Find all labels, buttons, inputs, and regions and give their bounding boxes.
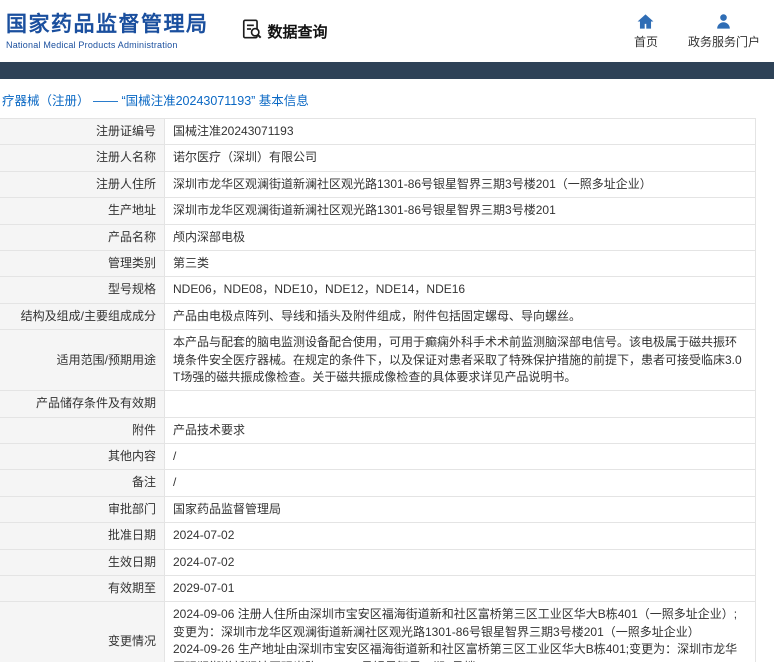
row-value: 2029-07-01 bbox=[164, 575, 756, 603]
row-label: 注册证编号 bbox=[0, 117, 165, 146]
row-value: / bbox=[164, 443, 756, 471]
row-value: 产品由电极点阵列、导线和插头及附件组成，附件包括固定螺母、导向螺丝。 bbox=[164, 302, 756, 331]
row-value: 2024-07-02 bbox=[164, 522, 756, 550]
nmpa-subtitle: National Medical Products Administration bbox=[6, 39, 178, 50]
row-label: 产品储存条件及有效期 bbox=[0, 390, 165, 418]
table-row: 产品名称 颅内深部电极 bbox=[0, 223, 756, 251]
table-row: 批准日期 2024-07-02 bbox=[0, 522, 756, 550]
row-value bbox=[164, 390, 756, 418]
nav-item-portal[interactable]: 政务服务门户 bbox=[688, 12, 760, 50]
row-label: 产品名称 bbox=[0, 223, 165, 251]
table-row: 注册人住所 深圳市龙华区观澜街道新澜社区观光路1301-86号银星智界三期3号楼2… bbox=[0, 170, 756, 199]
nmpa-title: 国家药品监督管理局 bbox=[6, 13, 209, 37]
row-label: 适用范围/预期用途 bbox=[0, 329, 165, 392]
header-nav: 首页 政务服务门户 bbox=[634, 12, 774, 50]
table-row: 注册人名称 诺尔医疗（深圳）有限公司 bbox=[0, 144, 756, 172]
person-icon bbox=[714, 12, 733, 31]
row-label: 批准日期 bbox=[0, 522, 165, 550]
row-label: 备注 bbox=[0, 469, 165, 497]
row-label: 管理类别 bbox=[0, 249, 165, 278]
nav-item-label: 首页 bbox=[633, 35, 658, 49]
row-label: 其他内容 bbox=[0, 443, 165, 471]
row-label: 变更情况 bbox=[0, 601, 165, 662]
row-value: 诺尔医疗（深圳）有限公司 bbox=[164, 144, 756, 172]
home-icon bbox=[636, 12, 655, 31]
info-table-body: 注册证编号 国械注准20243071193 注册人名称 诺尔医疗（深圳）有限公司 注册人… bbox=[0, 117, 756, 662]
row-value: 本产品与配套的脑电监测设备配合使用，可用于癫痫外科手术术前监测脑深部电信号。该电… bbox=[164, 329, 756, 392]
nmpa-logo: 国家药品监督管理局 National Medical Products Admi… bbox=[6, 12, 209, 49]
row-label: 有效期至 bbox=[0, 575, 165, 603]
row-value: 国械注准20243071193 bbox=[164, 117, 756, 146]
table-row: 有效期至 2029-07-01 bbox=[0, 575, 756, 603]
row-value: 2024-07-02 bbox=[164, 548, 756, 577]
header: 国家药品监督管理局 National Medical Products Admi… bbox=[0, 0, 774, 62]
table-row: 管理类别 第三类 bbox=[0, 249, 756, 278]
row-label: 注册人住所 bbox=[0, 170, 165, 199]
table-row: 注册证编号 国械注准20243071193 bbox=[0, 117, 756, 146]
row-label: 生产地址 bbox=[0, 197, 165, 225]
table-row: 生效日期 2024-07-02 bbox=[0, 548, 756, 577]
row-label: 注册人名称 bbox=[0, 144, 165, 172]
data-query-icon bbox=[241, 18, 263, 45]
table-row: 附件 产品技术要求 bbox=[0, 416, 756, 445]
row-value: 深圳市龙华区观澜街道新澜社区观光路1301-86号银星智界三期3号楼201（一照… bbox=[164, 170, 756, 199]
info-table: 注册证编号 国械注准20243071193 注册人名称 诺尔医疗（深圳）有限公司 注册人… bbox=[0, 117, 756, 662]
row-value: 第三类 bbox=[164, 249, 756, 278]
table-row: 其他内容 / bbox=[0, 443, 756, 471]
table-row: 结构及组成/主要组成成分 产品由电极点阵列、导线和插头及附件组成，附件包括固定螺母… bbox=[0, 302, 756, 331]
row-value: 2024-09-06 注册人住所由深圳市宝安区福海街道新和社区富桥第三区工业区华… bbox=[164, 601, 756, 662]
row-value: NDE06，NDE08，NDE10，NDE12，NDE14，NDE16 bbox=[164, 276, 756, 304]
table-row: 适用范围/预期用途 本产品与配套的脑电监测设备配合使用，可用于癫痫外科手术术前监测… bbox=[0, 329, 756, 392]
table-row: 变更情况 2024-09-06 注册人住所由深圳市宝安区福海街道新和社区富桥第三区… bbox=[0, 601, 756, 662]
data-query-section: 数据查询 bbox=[241, 18, 328, 45]
nav-item-label: 政务服务门户 bbox=[687, 35, 760, 49]
table-row: 产品储存条件及有效期 bbox=[0, 390, 756, 418]
table-row: 审批部门 国家药品监督管理局 bbox=[0, 495, 756, 524]
row-value: 国家药品监督管理局 bbox=[164, 495, 756, 524]
row-value: / bbox=[164, 469, 756, 497]
row-value: 深圳市龙华区观澜街道新澜社区观光路1301-86号银星智界三期3号楼201 bbox=[164, 197, 756, 225]
row-label: 结构及组成/主要组成成分 bbox=[0, 302, 165, 331]
row-label: 生效日期 bbox=[0, 548, 165, 577]
row-value: 产品技术要求 bbox=[164, 416, 756, 445]
navbar-strip bbox=[0, 62, 774, 79]
table-row: 生产地址 深圳市龙华区观澜街道新澜社区观光路1301-86号银星智界三期3号楼20… bbox=[0, 197, 756, 225]
row-value: 颅内深部电极 bbox=[164, 223, 756, 251]
breadcrumb: 疗器械（注册） —— “国械注准20243071193” 基本信息 bbox=[2, 94, 309, 108]
table-row: 备注 / bbox=[0, 469, 756, 497]
data-query-title: 数据查询 bbox=[267, 23, 328, 41]
row-label: 审批部门 bbox=[0, 495, 165, 524]
table-row: 型号规格 NDE06，NDE08，NDE10，NDE12，NDE14，NDE16 bbox=[0, 276, 756, 304]
page: 国家药品监督管理局 National Medical Products Admi… bbox=[0, 0, 774, 662]
row-label: 型号规格 bbox=[0, 276, 165, 304]
nav-item-home[interactable]: 首页 bbox=[634, 12, 658, 50]
row-label: 附件 bbox=[0, 416, 165, 445]
